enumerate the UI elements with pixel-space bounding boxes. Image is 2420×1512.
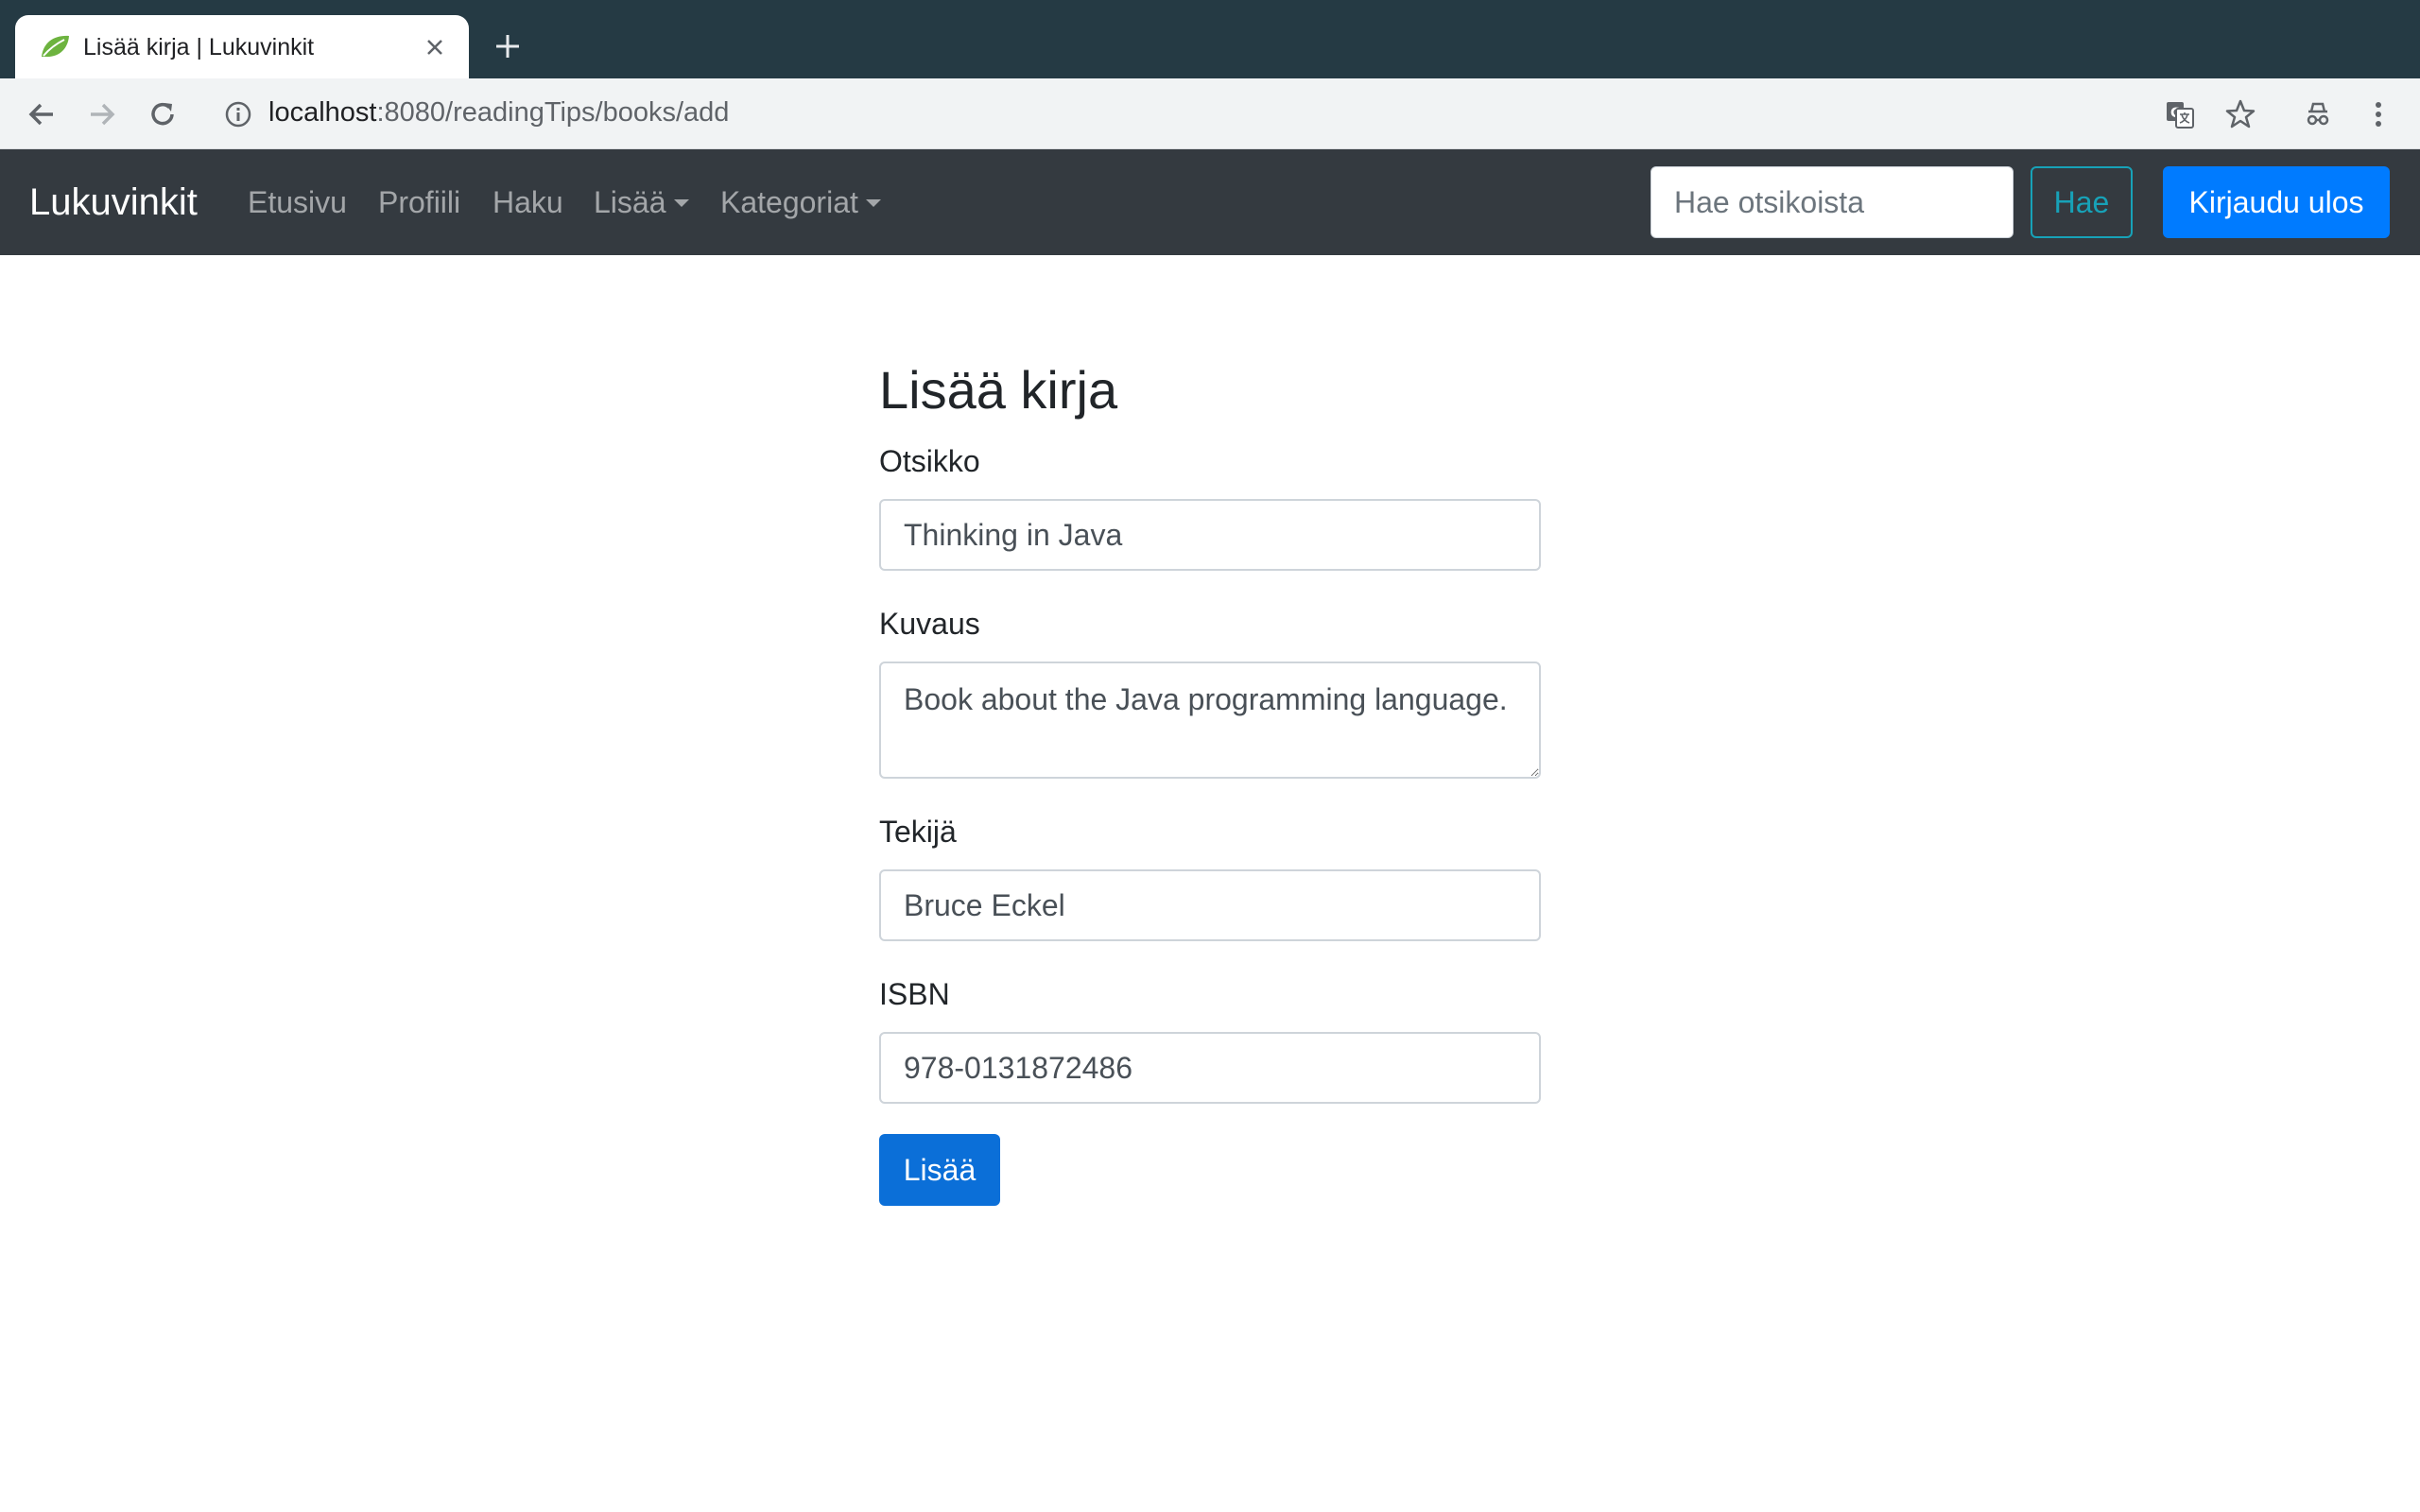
isbn-input[interactable] — [879, 1032, 1541, 1104]
caret-down-icon — [673, 199, 689, 207]
nav-dropdown-label: Lisää — [594, 185, 666, 219]
browser-tabstrip: Lisää kirja | Lukuvinkit — [0, 0, 2420, 78]
browser-toolbar: localhost:8080/readingTips/books/add G — [0, 78, 2420, 149]
close-icon[interactable] — [424, 36, 446, 59]
nav-dropdown-label: Kategoriat — [720, 185, 858, 219]
isbn-label: ISBN — [879, 977, 950, 1011]
tab-title: Lisää kirja | Lukuvinkit — [83, 34, 315, 60]
url-path: :8080/readingTips/books/add — [376, 97, 730, 128]
author-label: Tekijä — [879, 815, 957, 849]
forward-arrow-icon[interactable] — [85, 97, 119, 131]
search-input[interactable] — [1651, 166, 2014, 238]
new-tab-icon[interactable] — [493, 32, 522, 60]
page-title: Lisää kirja — [879, 360, 1118, 420]
caret-down-icon — [865, 199, 881, 207]
leaf-icon — [42, 35, 69, 58]
title-label: Otsikko — [879, 444, 980, 478]
search-button[interactable]: Hae — [2031, 166, 2133, 238]
nav-dropdown-lisaa[interactable]: Lisää — [594, 185, 689, 220]
info-icon[interactable] — [223, 99, 253, 129]
nav-link-haku[interactable]: Haku — [493, 185, 563, 220]
url-host: localhost — [268, 97, 377, 128]
author-input[interactable] — [879, 869, 1541, 941]
nav-link-etusivu[interactable]: Etusivu — [248, 185, 347, 220]
description-textarea[interactable]: Book about the Java programming language… — [879, 662, 1541, 779]
address-bar[interactable]: localhost:8080/readingTips/books/add — [268, 97, 729, 129]
nav-link-profiili[interactable]: Profiili — [378, 185, 460, 220]
nav-dropdown-kategoriat[interactable]: Kategoriat — [720, 185, 881, 220]
site-navbar: Lukuvinkit Etusivu Profiili Haku Lisää K… — [0, 149, 2420, 255]
brand-link[interactable]: Lukuvinkit — [29, 181, 198, 224]
logout-button[interactable]: Kirjaudu ulos — [2163, 166, 2390, 238]
submit-button[interactable]: Lisää — [879, 1134, 1000, 1206]
back-arrow-icon[interactable] — [25, 97, 59, 131]
star-icon[interactable] — [2223, 97, 2257, 131]
browser-tab[interactable]: Lisää kirja | Lukuvinkit — [15, 15, 469, 78]
reload-icon[interactable] — [146, 97, 180, 131]
title-input[interactable] — [879, 499, 1541, 571]
incognito-icon[interactable] — [2301, 97, 2335, 131]
menu-dots-icon[interactable] — [2361, 97, 2395, 131]
description-label: Kuvaus — [879, 607, 980, 641]
translate-icon[interactable]: G — [2163, 97, 2197, 131]
